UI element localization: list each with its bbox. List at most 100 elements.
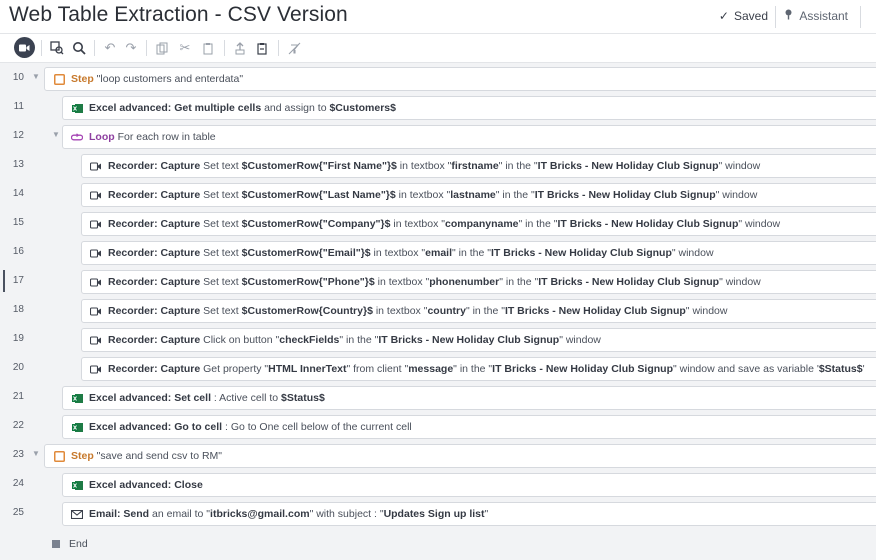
action-text-segment: Click on button " [200,334,280,346]
search-icon[interactable] [69,38,89,58]
action-text-segment: : Go to One cell below of the current ce… [222,421,412,433]
divider [775,6,776,28]
action-text-segment: IT Bricks - New Holiday Club Signup [557,218,739,230]
action-text-segment: $CustomerRow{"Phone"}$ [241,276,375,288]
action-text-segment: $Customers$ [329,102,396,114]
copy-icon[interactable] [152,38,172,58]
action-text-segment: Recorder: Capture [108,189,201,201]
end-square-icon [52,540,60,548]
action-text-segment: " [484,508,489,520]
paste-icon[interactable] [198,38,218,58]
action-text-segment: IT Bricks - New Holiday Club Signup [538,276,720,288]
action-text-segment: Recorder: Capture [108,334,201,346]
action-text-segment: ' [862,363,865,375]
rec-action-card[interactable]: Recorder: Capture Set text $CustomerRow{… [81,183,876,207]
action-text-segment: $CustomerRow{Country}$ [241,305,373,317]
action-row: 25 Email: Send an email to " itbricks@gmai… [0,500,876,529]
step-action-card[interactable]: Step "save and send csv to RM" [44,444,876,468]
excel-action-card[interactable]: Excel advanced: Set cell : Active cell t… [62,386,876,410]
rec-action-card[interactable]: Recorder: Capture Set text $CustomerRow{… [81,154,876,178]
loop-action-card[interactable]: Loop For each row in table [62,125,876,149]
find-icon[interactable] [47,38,67,58]
excel-action-card[interactable]: Excel advanced: Go to cell : Go to One c… [62,415,876,439]
action-text-segment: Excel advanced: Set cell [89,392,211,404]
rec-action-card[interactable]: Recorder: Capture Click on button " check… [81,328,876,352]
line-number: 24 [12,478,24,489]
action-text-segment: HTML InnerText [268,363,347,375]
undo-icon[interactable]: ↶ [100,38,120,58]
action-row: 20 Recorder: Capture Get property " HTML I… [0,355,876,384]
redo-icon[interactable]: ↷ [121,38,141,58]
action-text-segment: "loop customers and enterdata" [96,73,244,85]
divider [860,6,861,28]
action-text-segment: email [425,247,453,259]
action-text-segment: country [427,305,466,317]
email-action-card[interactable]: Email: Send an email to " itbricks@gmail.… [62,502,876,526]
excel-icon [71,102,83,114]
toolbar-divider [224,40,225,56]
action-text-segment: Recorder: Capture [108,218,201,230]
action-text-segment: an email to " [149,508,211,520]
record-icon[interactable] [14,37,35,58]
action-text-segment: " window [671,247,714,259]
excel-action-card[interactable]: Excel advanced: Get multiple cells and a… [62,96,876,120]
action-text-segment: "save and send csv to RM" [96,450,223,462]
action-row: 22 Excel advanced: Go to cell : Go to One… [0,413,876,442]
disable-icon[interactable] [284,38,304,58]
rec-action-card[interactable]: Recorder: Capture Get property " HTML Inn… [81,357,876,381]
action-text-segment: in textbox " [370,247,426,259]
line-number: 16 [12,246,24,257]
recorder-icon [90,247,102,259]
export-icon[interactable] [230,38,250,58]
action-row: 24 Excel advanced: Close [0,471,876,500]
saved-status: ✓ Saved [719,9,768,23]
action-text-segment: lastname [450,189,496,201]
action-text-segment: IT Bricks - New Holiday Club Signup [504,305,686,317]
recorder-icon [90,276,102,288]
action-row: 13 Recorder: Capture Set text $CustomerRo… [0,152,876,181]
line-number: 14 [12,188,24,199]
toolbar: ↶ ↷ ✂ [0,34,876,63]
action-text-segment: " from client " [346,363,409,375]
rec-action-card[interactable]: Recorder: Capture Set text $CustomerRow{… [81,270,876,294]
action-text-segment: in textbox " [374,276,430,288]
collapse-caret-icon[interactable]: ▼ [32,449,40,458]
action-text-segment: firstname [451,160,499,172]
collapse-caret-icon[interactable]: ▼ [52,130,60,139]
action-text-segment: " in the " [453,363,493,375]
action-row: 12 ▼ Loop For each row in table [0,123,876,152]
action-text-segment: checkFields [279,334,340,346]
action-text-segment: IT Bricks - New Holiday Club Signup [537,160,719,172]
action-text-segment: Email: Send [89,508,150,520]
excel-action-card[interactable]: Excel advanced: Close [62,473,876,497]
action-row: 21 Excel advanced: Set cell : Active cell… [0,384,876,413]
action-text-segment: Set text [200,247,242,259]
collapse-caret-icon[interactable]: ▼ [32,72,40,81]
rec-action-card[interactable]: Recorder: Capture Set text $CustomerRow{… [81,212,876,236]
action-text-segment: Excel advanced: Go to cell [89,421,223,433]
recorder-icon [90,189,102,201]
action-text-segment: Step [71,450,97,462]
action-text-segment: $Status$ [281,392,325,404]
assistant-icon [784,9,793,23]
toolbar-divider [41,40,42,56]
action-text-segment: " in the " [518,218,558,230]
action-text-segment: Recorder: Capture [108,247,201,259]
assistant-label: Assistant [799,9,848,23]
action-text-segment: : Active cell to [210,392,282,404]
rec-action-card[interactable]: Recorder: Capture Set text $CustomerRow{… [81,299,876,323]
action-text-segment: Set text [200,160,242,172]
action-text-segment: " window [715,189,758,201]
action-text-segment: Set text [200,218,242,230]
rec-action-card[interactable]: Recorder: Capture Set text $CustomerRow{… [81,241,876,265]
step-action-card[interactable]: Step "loop customers and enterdata" [44,67,876,91]
action-text-segment: $CustomerRow{"Company"}$ [241,218,391,230]
cut-icon[interactable]: ✂ [175,38,195,58]
recorder-icon [90,160,102,172]
assistant-button[interactable]: Assistant [784,9,848,23]
clipboard-icon[interactable] [252,38,272,58]
end-label: End [69,538,88,550]
line-number: 18 [12,304,24,315]
toolbar-divider [278,40,279,56]
toolbar-divider [94,40,95,56]
